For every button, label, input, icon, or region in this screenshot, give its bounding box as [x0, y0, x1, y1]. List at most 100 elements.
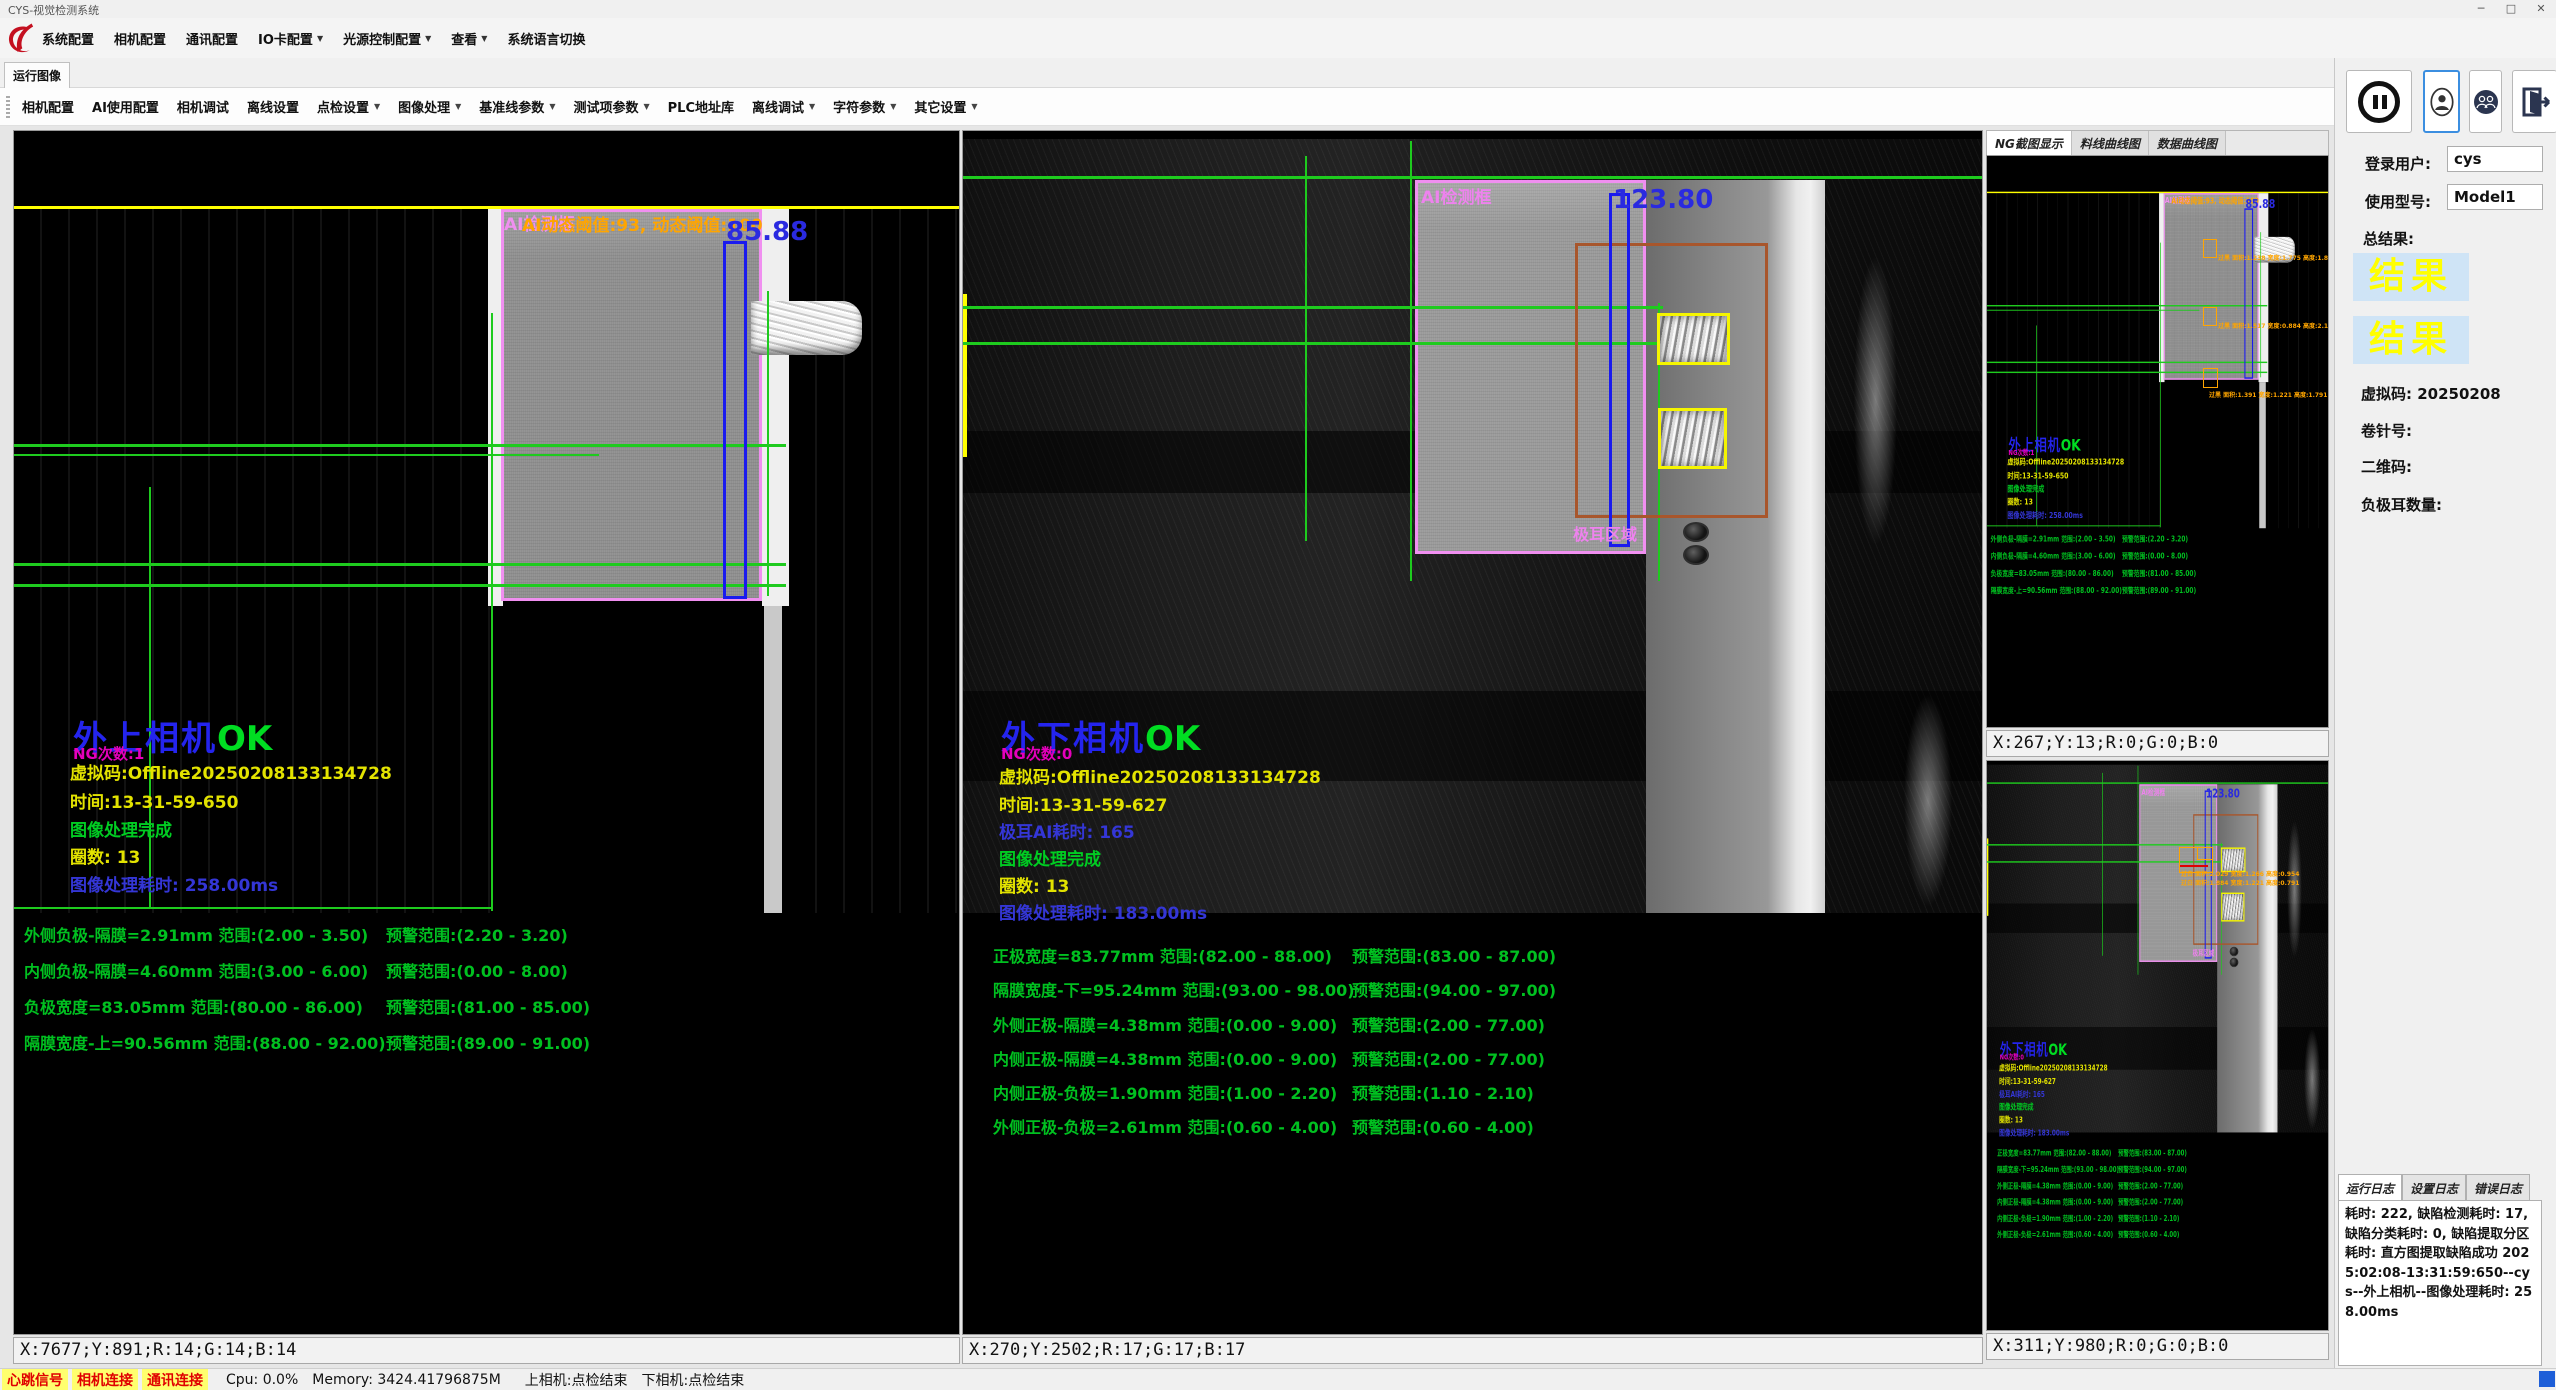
toolbar-other-settings[interactable]: 其它设置▼: [914, 97, 977, 116]
film-edge-strip: [2259, 382, 2266, 528]
preview-tab-strip: NG截图显示 料线曲线图 数据曲线图: [1986, 130, 2329, 155]
pause-button[interactable]: [2346, 70, 2412, 133]
measurement-row: 内侧正极-隔膜=4.38mm 范围:(0.00 - 9.00)预警范围:(2.0…: [1997, 1196, 2321, 1207]
result-badge-lower: 结果: [2353, 316, 2469, 364]
pause-icon: [2358, 81, 2400, 123]
toolbar-camera-config[interactable]: 相机配置: [22, 97, 74, 116]
tab-material-curve[interactable]: 料线曲线图: [2072, 131, 2149, 155]
metal-highlight: [2287, 818, 2302, 961]
toolbar-offline-debug[interactable]: 离线调试▼: [752, 97, 815, 116]
model-field[interactable]: Model1: [2447, 184, 2543, 210]
tab-error-log[interactable]: 错误日志: [2466, 1174, 2530, 1200]
maximize-button[interactable]: □: [2496, 0, 2526, 18]
width-measure-box-blue: [723, 241, 747, 599]
upper-camera-panel[interactable]: AI检测框 AI动态阈值:93, 动态阈值:100 85.88 外上相机OK N…: [13, 130, 960, 1335]
window-title: CYS-视觉检测系统: [8, 2, 99, 18]
preview-lower-coordbar: X:311;Y:980;R:0;G:0;B:0: [1986, 1333, 2329, 1360]
upper-pixel-coordbar: X:7677;Y:891;R:14;G:14;B:14: [13, 1337, 960, 1364]
log-panel: 运行日志 设置日志 错误日志 耗时: 222, 缺陷检测耗时: 17, 缺陷分类…: [2338, 1174, 2542, 1366]
tab-detect-box-yellow: [1657, 313, 1730, 365]
process-cost-text: 图像处理耗时: 183.00ms: [1999, 1126, 2069, 1138]
measure-line-green: [14, 444, 786, 447]
lower-camera-panel[interactable]: AI检测框 123.80 极耳区域 外下相机OK NG次数:0 虚拟码:Offl…: [962, 130, 1983, 1335]
toolbar-char-params[interactable]: 字符参数▼: [833, 97, 896, 116]
measure-line-green: [14, 454, 599, 456]
user-group-button[interactable]: [2469, 70, 2502, 133]
menu-item-comm-config[interactable]: 通讯配置: [186, 29, 238, 48]
measure-line-green: [1305, 156, 1307, 541]
exit-door-icon: [2518, 85, 2552, 119]
measurement-row: 内侧正极-隔膜=4.38mm 范围:(0.00 - 9.00)预警范围:(2.0…: [993, 1046, 1953, 1070]
measure-line-green: [149, 487, 151, 907]
tab-area-box-brown: [1575, 243, 1768, 518]
close-button[interactable]: ✕: [2526, 0, 2556, 18]
tab-ng-snapshot[interactable]: NG截图显示: [1987, 131, 2072, 155]
defect-annotation: 过黑 面积:1.517 宽度:0.884 高度:2.148: [2218, 321, 2329, 330]
measure-line-green: [14, 563, 786, 566]
user-button[interactable]: [2423, 70, 2460, 133]
menu-item-io-card-config[interactable]: IO卡配置▼: [258, 29, 323, 48]
toolbar-ai-usage-config[interactable]: AI使用配置: [92, 97, 159, 116]
width-value-text: 85.88: [2245, 197, 2275, 211]
menu-item-language-switch[interactable]: 系统语言切换: [507, 29, 585, 48]
ng-preview-lower[interactable]: AI检测框 123.80 极耳区域 外下相机OK NG次数:0 虚拟码:Offl…: [1986, 760, 2329, 1331]
toolbar-image-processing[interactable]: 图像处理▼: [398, 97, 461, 116]
menu-bar: 系统配置 相机配置 通讯配置 IO卡配置▼ 光源控制配置▼ 查看▼ 系统语言切换: [0, 18, 2556, 58]
login-user-field[interactable]: cys: [2447, 146, 2543, 172]
measure-line-green: [1410, 141, 1412, 581]
lower-camera-view[interactable]: AI检测框 123.80 极耳区域 外下相机OK NG次数:0 虚拟码:Offl…: [1987, 761, 2329, 1331]
measurement-row: 负极宽度=83.05mm 范围:(80.00 - 86.00)预警范围:(81.…: [1991, 567, 2329, 578]
upper-camera-view[interactable]: AI检测框 AI动态阈值:93, 动态阈值:100 85.88 外上相机OK N…: [14, 131, 959, 1334]
window-titlebar: CYS-视觉检测系统 ─ □ ✕: [0, 0, 2556, 18]
tab-data-curve[interactable]: 数据曲线图: [2149, 131, 2226, 155]
menu-item-light-control-config[interactable]: 光源控制配置▼: [343, 29, 431, 48]
screw-circle: [2230, 958, 2239, 968]
virtual-code-text: 虚拟码:Offline20250208133134728: [1999, 1061, 2107, 1073]
measure-line-green: [2160, 243, 2161, 528]
time-text: 时间:13-31-59-650: [2007, 469, 2068, 481]
width-value-text: 123.80: [1613, 185, 1713, 215]
measurement-row: 内侧负极-隔膜=4.60mm 范围:(3.00 - 6.00)预警范围:(0.0…: [1991, 550, 2329, 561]
toolbar-spot-check-setting[interactable]: 点检设置▼: [317, 97, 380, 116]
dropdown-arrow-icon: ▼: [809, 102, 815, 111]
process-done-text: 图像处理完成: [70, 816, 172, 841]
tab-run-image[interactable]: 运行图像: [4, 62, 70, 88]
toolbar-grip[interactable]: [6, 96, 10, 118]
turns-text: 圈数: 13: [1999, 1113, 2023, 1125]
measurement-row: 正极宽度=83.77mm 范围:(82.00 - 88.00)预警范围:(83.…: [993, 943, 1953, 967]
time-text: 时间:13-31-59-627: [1999, 1075, 2056, 1087]
metal-highlight: [1853, 251, 1898, 551]
menu-item-camera-config[interactable]: 相机配置: [114, 29, 166, 48]
memory-usage-text: Memory: 3424.41796875M: [312, 1372, 501, 1388]
tab-run-log[interactable]: 运行日志: [2338, 1174, 2402, 1200]
toolbar-plc-address-lib[interactable]: PLC地址库: [668, 97, 734, 116]
minimize-button[interactable]: ─: [2466, 0, 2496, 18]
menu-item-view[interactable]: 查看▼: [451, 29, 487, 48]
defect-annotation: 过白 面积:1.884 宽度:1.221 高度:0.791: [2181, 878, 2299, 887]
measurement-row: 隔膜宽度-下=95.24mm 范围:(93.00 - 98.00)预警范围:(9…: [1997, 1163, 2321, 1174]
comm-connection-badge: 通讯连接: [142, 1369, 208, 1390]
toolbar-offline-setting[interactable]: 离线设置: [247, 97, 299, 116]
measurement-row: 外侧正极-隔膜=4.38mm 范围:(0.00 - 9.00)预警范围:(2.0…: [1997, 1179, 2321, 1190]
measure-line-green: [14, 584, 786, 587]
app-logo-icon: [3, 22, 37, 56]
turns-text: 圈数: 13: [2007, 495, 2033, 507]
tab-setting-log[interactable]: 设置日志: [2402, 1174, 2466, 1200]
reference-line-yellow: [963, 294, 967, 457]
ng-preview-upper[interactable]: AI检测框 AI动态阈值:93, 动态阈值:100 85.88 外上相机OK N…: [1986, 155, 2329, 728]
reference-line-yellow: [14, 206, 959, 209]
toolbar-camera-debug[interactable]: 相机调试: [177, 97, 229, 116]
lower-camera-view[interactable]: AI检测框 123.80 极耳区域 外下相机OK NG次数:0 虚拟码:Offl…: [963, 131, 1982, 1334]
upper-camera-view[interactable]: AI检测框 AI动态阈值:93, 动态阈值:100 85.88 外上相机OK N…: [1987, 156, 2329, 728]
metal-highlight: [1903, 691, 1953, 911]
menu-item-system-config[interactable]: 系统配置: [42, 29, 94, 48]
defect-box: [2203, 307, 2217, 326]
dropdown-arrow-icon: ▼: [971, 102, 977, 111]
process-cost-text: 图像处理耗时: 258.00ms: [2007, 508, 2083, 520]
toolbar-baseline-params[interactable]: 基准线参数▼: [479, 97, 555, 116]
measure-line-green: [1987, 372, 2267, 373]
toolbar-test-item-params[interactable]: 测试项参数▼: [573, 97, 649, 116]
view-tab-row: 运行图像: [0, 58, 2556, 88]
status-bar: 心跳信号 相机连接 通讯连接 Cpu: 0.0% Memory: 3424.41…: [0, 1368, 2556, 1390]
exit-button[interactable]: [2512, 70, 2556, 133]
